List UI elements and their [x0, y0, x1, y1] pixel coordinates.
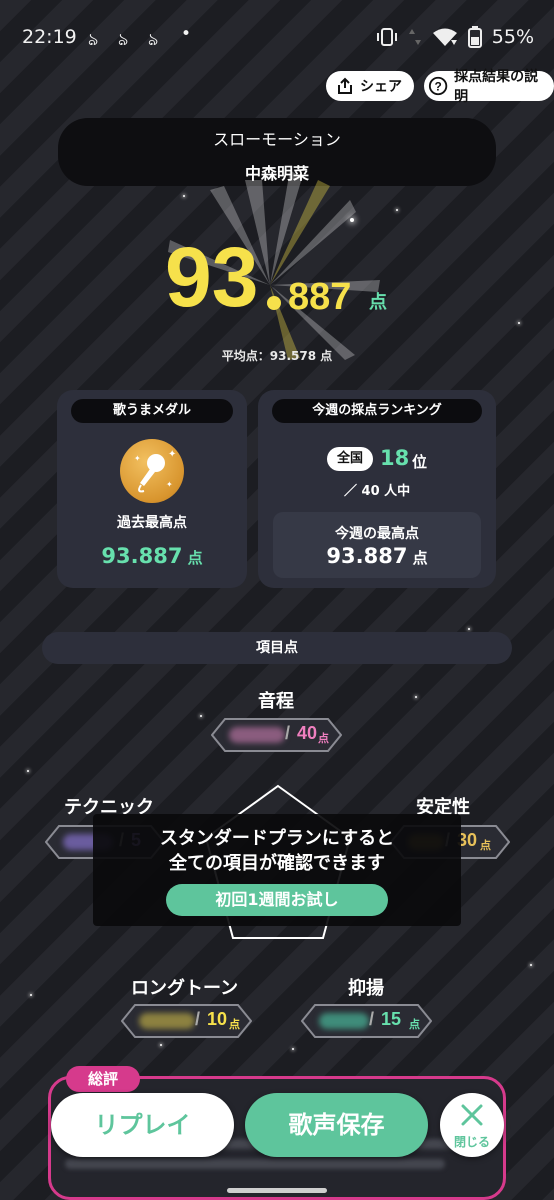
upsell-overlay: スタンダードプランにすると 全ての項目が確認できます 初回1週間お試し [93, 814, 461, 926]
svg-text:✦: ✦ [166, 480, 173, 489]
explain-results-button[interactable]: ? 採点結果の説明 [424, 69, 554, 105]
pitch-slash: / [285, 723, 291, 743]
sparkle [468, 628, 470, 630]
pitch-unit: 点 [318, 732, 329, 745]
app-notification-icon: ঌ [88, 30, 99, 50]
rank-unit: 位 [412, 453, 428, 471]
item-scores-heading: 項目点 [42, 632, 512, 664]
longtone-label: ロングトーン [131, 978, 239, 999]
best-score-unit: 点 [187, 549, 203, 567]
song-title: スローモーション [213, 130, 341, 149]
upsell-line-2: 全ての項目が確認できます [169, 853, 385, 874]
explain-label: 採点結果の説明 [454, 69, 539, 105]
vibrate-icon [376, 28, 397, 46]
summary-text-hidden [65, 1159, 445, 1169]
score-integer: 93 [165, 230, 259, 324]
scope-badge: 全国 [327, 447, 373, 471]
app-notification-icon: ঌ [118, 30, 129, 50]
svg-text:✦: ✦ [134, 454, 141, 463]
sparkle [415, 696, 417, 698]
battery-percent: 55% [491, 26, 534, 48]
save-voice-button[interactable]: 歌声保存 [245, 1093, 428, 1157]
inflection-score-badge: / 15 点 [301, 1004, 432, 1038]
sparkle [200, 715, 202, 717]
score-decimal: 887 [288, 276, 352, 318]
score-unit: 点 [369, 292, 387, 313]
sparkle [30, 994, 32, 996]
longtone-score-badge: / 10 点 [121, 1004, 252, 1038]
share-button[interactable]: シェア [326, 71, 414, 101]
average-score: 平均点：93.578 点 [221, 349, 333, 363]
close-button[interactable]: 閉じる [440, 1093, 504, 1157]
data-arrows-icon [408, 29, 421, 45]
inflection-score-hidden [319, 1013, 369, 1029]
pitch-score-hidden [229, 727, 285, 743]
rank-value: 18 [380, 446, 410, 470]
home-indicator[interactable] [227, 1188, 327, 1193]
inflection-unit: 点 [409, 1018, 420, 1031]
inflection-slash: / [369, 1009, 375, 1029]
best-score-label: 過去最高点 [117, 515, 187, 531]
inflection-max: 15 [381, 1009, 402, 1029]
battery-icon [467, 26, 482, 48]
status-right: 55% [376, 26, 534, 48]
upsell-line-1: スタンダードプランにすると [159, 828, 395, 849]
sparkle [27, 770, 29, 772]
weekly-best: 93.887 点 [273, 544, 481, 568]
sparkle [518, 322, 520, 324]
ranking-card-heading: 今週の採点ランキング [272, 399, 482, 423]
close-icon [461, 1104, 483, 1126]
weekly-best-box: 今週の最高点 93.887 点 [273, 512, 481, 578]
pitch-score-badge: / 40 点 [211, 718, 342, 752]
pitch-label: 音程 [258, 691, 294, 712]
weekly-best-unit: 点 [412, 549, 428, 567]
close-label: 閉じる [453, 1135, 490, 1149]
free-trial-button[interactable]: 初回1週間お試し [166, 884, 388, 916]
app-notification-icon: ঌ [148, 30, 159, 50]
sparkle [292, 1048, 294, 1050]
more-notifications-dot-icon: • [181, 24, 192, 44]
rank-total: ／ 40 人中 [344, 484, 411, 499]
sparkle [530, 964, 532, 966]
weekly-best-value: 93.887 [326, 544, 408, 568]
wifi-icon [432, 28, 457, 46]
stability-unit: 点 [480, 839, 491, 852]
summary-tag: 総評 [66, 1066, 140, 1092]
clock: 22:19 [22, 26, 77, 48]
sparkle [160, 1044, 162, 1046]
status-bar: 22:19 ঌ ঌ ঌ • 55% [0, 0, 554, 72]
weekly-best-label: 今週の最高点 [335, 526, 419, 542]
longtone-unit: 点 [229, 1018, 240, 1031]
score-decimal-point [267, 296, 281, 310]
longtone-max: 10 [207, 1009, 228, 1029]
inflection-label: 抑揚 [348, 978, 384, 999]
svg-text:?: ? [434, 80, 441, 94]
medal-card: 歌うまメダル ✦ ✦ ✦ 過去最高点 93.887 点 [57, 390, 247, 588]
best-score-value: 93.887 [101, 544, 183, 568]
pitch-max: 40 [297, 723, 318, 743]
share-label: シェア [360, 79, 402, 95]
singing-medal-icon: ✦ ✦ ✦ [120, 439, 184, 503]
help-icon: ? [428, 76, 448, 96]
svg-text:✦: ✦ [168, 449, 176, 460]
longtone-score-hidden [139, 1013, 195, 1029]
medal-card-heading: 歌うまメダル [71, 399, 233, 423]
longtone-slash: / [195, 1009, 201, 1029]
ranking-card: 今週の採点ランキング 全国 18 位 ／ 40 人中 今週の最高点 93.887… [258, 390, 496, 588]
replay-button[interactable]: リプレイ [51, 1093, 234, 1157]
best-score: 93.887 点 [57, 544, 247, 568]
share-icon [338, 77, 352, 94]
